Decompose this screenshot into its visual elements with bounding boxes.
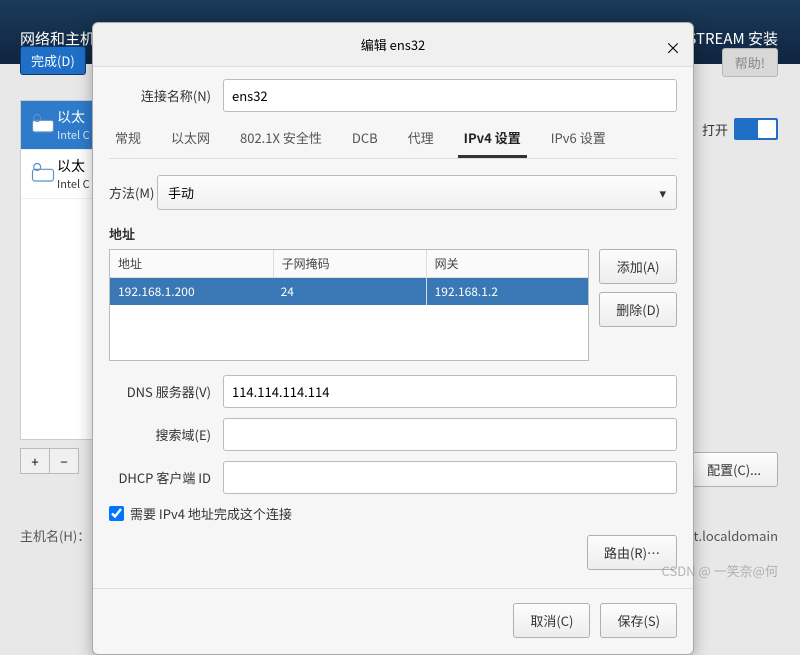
edit-connection-dialog: 编辑 ens32 × 连接名称(N) 常规 以太网 802.1X 安全性 DCB… bbox=[92, 22, 694, 655]
watermark-text: CSDN @ 一笑奈@何 bbox=[662, 561, 778, 580]
tab-ethernet[interactable]: 以太网 bbox=[165, 122, 216, 158]
method-select[interactable]: 手动 bbox=[157, 175, 677, 210]
nic-item-name: 以太 bbox=[57, 156, 90, 176]
nic-icon bbox=[29, 111, 57, 139]
dhcp-client-id-input[interactable] bbox=[223, 461, 677, 494]
cell-gateway: 192.168.1.2 bbox=[426, 278, 589, 305]
dns-label: DNS 服务器(V) bbox=[109, 382, 211, 401]
configure-button[interactable]: 配置(C)... bbox=[690, 452, 778, 487]
address-table[interactable]: 地址 子网掩码 网关 192.168.1.200 24 192.168.1.2 bbox=[109, 249, 589, 361]
tab-proxy[interactable]: 代理 bbox=[402, 122, 440, 158]
save-button[interactable]: 保存(S) bbox=[600, 603, 677, 638]
cell-address: 192.168.1.200 bbox=[110, 278, 273, 305]
remove-nic-button[interactable]: − bbox=[49, 448, 79, 474]
tab-dcb[interactable]: DCB bbox=[346, 122, 384, 158]
delete-address-button[interactable]: 删除(D) bbox=[599, 292, 677, 327]
require-ipv4-label: 需要 IPv4 地址完成这个连接 bbox=[130, 504, 292, 523]
method-label: 方法(M) bbox=[109, 183, 157, 202]
toggle-switch[interactable] bbox=[734, 118, 778, 140]
conn-name-input[interactable] bbox=[223, 79, 677, 112]
nic-item-sub: Intel C bbox=[57, 176, 90, 192]
toggle-label: 打开 bbox=[702, 120, 728, 139]
dialog-title: 编辑 ens32 bbox=[361, 35, 426, 54]
col-netmask: 子网掩码 bbox=[273, 250, 426, 277]
col-address: 地址 bbox=[110, 250, 273, 277]
tab-ipv6[interactable]: IPv6 设置 bbox=[545, 122, 612, 158]
dns-input[interactable] bbox=[223, 375, 677, 408]
cancel-button[interactable]: 取消(C) bbox=[513, 603, 590, 638]
hostname-label: 主机名(H)： bbox=[20, 526, 90, 545]
nic-icon bbox=[29, 160, 57, 188]
done-button[interactable]: 完成(D) bbox=[20, 46, 86, 75]
method-value: 手动 bbox=[168, 183, 194, 202]
search-domain-input[interactable] bbox=[223, 418, 677, 451]
nic-item-name: 以太 bbox=[57, 107, 90, 127]
tab-8021x[interactable]: 802.1X 安全性 bbox=[234, 122, 328, 158]
conn-name-label: 连接名称(N) bbox=[109, 86, 211, 105]
cell-netmask: 24 bbox=[273, 278, 426, 305]
hostname-value: ost.localdomain bbox=[680, 526, 778, 545]
address-section-label: 地址 bbox=[109, 224, 677, 243]
tab-bar: 常规 以太网 802.1X 安全性 DCB 代理 IPv4 设置 IPv6 设置 bbox=[109, 122, 677, 159]
search-label: 搜索域(E) bbox=[109, 425, 211, 444]
tab-general[interactable]: 常规 bbox=[109, 122, 147, 158]
close-icon[interactable]: × bbox=[665, 35, 681, 59]
add-nic-button[interactable]: + bbox=[20, 448, 50, 474]
bg-install-text: STREAM 安装 bbox=[687, 28, 778, 49]
require-ipv4-checkbox[interactable] bbox=[109, 506, 124, 521]
add-address-button[interactable]: 添加(A) bbox=[599, 249, 677, 284]
tab-ipv4[interactable]: IPv4 设置 bbox=[458, 122, 527, 158]
col-gateway: 网关 bbox=[426, 250, 589, 277]
dhcp-label: DHCP 客户端 ID bbox=[109, 468, 211, 487]
help-button[interactable]: 帮助! bbox=[722, 48, 778, 77]
table-row[interactable]: 192.168.1.200 24 192.168.1.2 bbox=[110, 278, 588, 305]
nic-item-sub: Intel C bbox=[57, 127, 90, 143]
